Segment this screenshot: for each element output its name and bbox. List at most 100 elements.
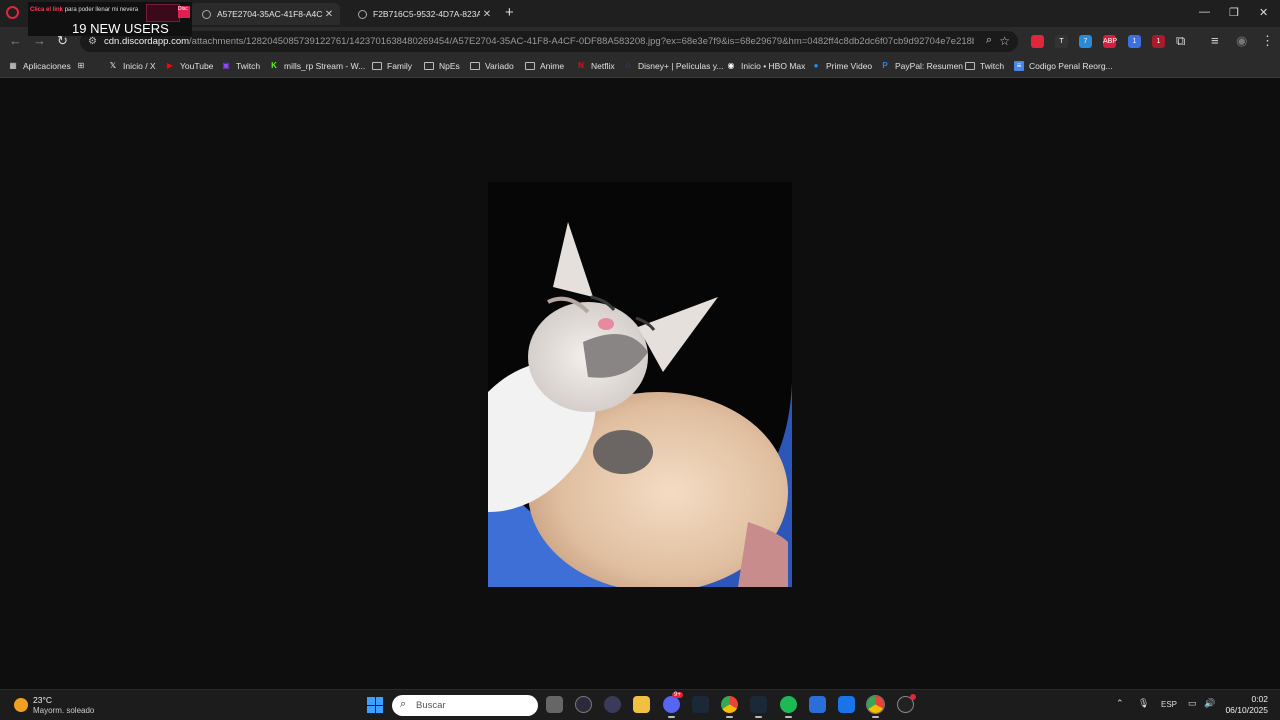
zoom-icon[interactable]: ⌕ xyxy=(986,34,992,47)
minimize-button[interactable]: — xyxy=(1199,6,1210,18)
grid-icon: ⊞ xyxy=(77,61,85,70)
site-info-icon[interactable]: ⚙ xyxy=(88,36,97,47)
blue-extension-icon[interactable]: 1 xyxy=(1128,35,1141,48)
tab-strip: Clica el link para poder llenar mi never… xyxy=(0,0,1280,36)
twitch-icon: ▣ xyxy=(222,61,230,70)
tab-title: A57E2704-35AC-41F8-A4CF-0DF88A583208.jpg xyxy=(217,9,322,19)
search-placeholder: Buscar xyxy=(416,700,446,711)
notepad-icon[interactable] xyxy=(809,696,826,713)
promo-thumb-label: Disc xyxy=(178,6,190,18)
x-icon: 𝕏 xyxy=(109,61,117,70)
steam-icon-2[interactable] xyxy=(750,696,767,718)
globe-icon xyxy=(202,9,211,19)
extensions-puzzle-icon[interactable]: ⧉ xyxy=(1176,33,1185,49)
close-window-button[interactable]: ✕ xyxy=(1259,6,1268,19)
apps-grid-icon: ▦ xyxy=(9,61,17,70)
promo-small-text: Clica el link para poder llenar mi never… xyxy=(30,7,139,13)
windows-taskbar: 23°C Mayorm. soleado ⌕ Buscar 9+ ⌃ 🎙 ESP… xyxy=(0,689,1280,720)
red-circle-icon[interactable] xyxy=(1031,35,1044,48)
notification-dot xyxy=(910,694,916,700)
bookmark-folder-anime[interactable]: Anime xyxy=(525,61,564,71)
bookmark-star-icon[interactable]: ☆ xyxy=(999,34,1010,48)
adblock-plus-icon[interactable]: ABP xyxy=(1103,35,1117,48)
bookmark-youtube[interactable]: ▶ YouTube xyxy=(165,61,213,71)
youtube-icon: ▶ xyxy=(166,61,174,70)
tab-image-2[interactable]: F2B716C5-9532-4D7A-823A-FA ✕ xyxy=(346,3,498,25)
7tv-icon[interactable]: 7 xyxy=(1079,35,1092,48)
kick-icon: K xyxy=(271,61,277,70)
display-icon[interactable]: ▭ xyxy=(1188,698,1197,709)
bookmark-grid[interactable]: ⊞ xyxy=(76,61,91,71)
menu-kebab-icon[interactable]: ⋮ xyxy=(1261,33,1274,49)
paypal-icon: P xyxy=(882,61,888,70)
back-button[interactable]: ← xyxy=(9,33,22,48)
docs-icon: ≡ xyxy=(1014,61,1024,71)
recording-app-icon[interactable] xyxy=(897,694,916,713)
folder-icon xyxy=(965,62,975,70)
red-badge-extension-icon[interactable]: 1 xyxy=(1152,35,1165,48)
bookmarks-bar: ▦ Aplicaciones ⊞ 𝕏 Inicio / X ▶ YouTube ▣ Tw… xyxy=(0,56,1280,78)
search-icon: ⌕ xyxy=(400,698,407,710)
volume-icon[interactable]: 🔊 xyxy=(1204,698,1215,709)
browser-logo-icon[interactable] xyxy=(6,6,19,19)
bookmark-disney[interactable]: ◌ Disney+ | Películas y... xyxy=(623,61,724,71)
image-viewer xyxy=(0,79,1280,689)
bookmark-x[interactable]: 𝕏 Inicio / X xyxy=(108,61,156,71)
photos-icon[interactable] xyxy=(838,696,855,713)
clock-date: 06/10/2025 xyxy=(1225,705,1268,715)
kitten-photo[interactable] xyxy=(488,182,792,587)
bookmark-folder-twitch[interactable]: Twitch xyxy=(965,61,1004,71)
clock[interactable]: 0:02 06/10/2025 xyxy=(1225,694,1268,716)
clock-time: 0:02 xyxy=(1251,694,1268,704)
bookmark-aplicaciones[interactable]: ▦ Aplicaciones xyxy=(8,61,71,71)
bookmark-hbo[interactable]: ◉ Inicio • HBO Max xyxy=(726,61,806,71)
bookmark-codigo-penal[interactable]: ≡ Codigo Penal Reorg... xyxy=(1014,61,1113,71)
new-tab-button[interactable]: + xyxy=(505,4,514,21)
folder-icon xyxy=(424,62,434,70)
spotify-icon[interactable] xyxy=(780,696,797,718)
tab-image-1[interactable]: A57E2704-35AC-41F8-A4CF-0DF88A583208.jpg… xyxy=(190,3,340,25)
task-view-icon[interactable] xyxy=(546,696,563,713)
browser-toolbar: ← → ↻ ⚙ cdn.discordapp.com/attachments/1… xyxy=(0,27,1280,56)
file-explorer-icon[interactable] xyxy=(633,696,650,713)
bookmark-folder-variado[interactable]: Variado xyxy=(470,61,514,71)
tampermonkey-icon[interactable]: T xyxy=(1055,35,1068,48)
close-tab-icon[interactable]: ✕ xyxy=(480,9,494,20)
tab-title: F2B716C5-9532-4D7A-823A-FA xyxy=(373,9,480,19)
bookmark-netflix[interactable]: N Netflix xyxy=(576,61,615,71)
close-tab-icon[interactable]: ✕ xyxy=(322,9,336,20)
obs-icon[interactable] xyxy=(575,696,592,713)
stream-overlay-promo: Clica el link para poder llenar mi never… xyxy=(28,2,192,36)
chrome-active-icon[interactable] xyxy=(866,695,885,718)
profile-icon[interactable]: ◉ xyxy=(1236,33,1247,49)
bookmark-folder-npes[interactable]: NpEs xyxy=(424,61,460,71)
language-indicator[interactable]: ESP xyxy=(1161,700,1177,709)
folder-icon xyxy=(372,62,382,70)
weather-sun-icon[interactable] xyxy=(14,698,28,712)
kitten-photo-drawing xyxy=(488,182,792,587)
bookmark-folder-family[interactable]: Family xyxy=(372,61,412,71)
steam-icon[interactable] xyxy=(692,696,709,713)
weather-temperature[interactable]: 23°C xyxy=(33,695,52,705)
media-controls-icon[interactable]: ≡ xyxy=(1211,33,1219,48)
discord-icon[interactable]: 9+ xyxy=(663,692,683,718)
bookmark-kick[interactable]: Kmills_rp Stream - W... xyxy=(269,61,365,71)
bookmark-twitch[interactable]: ▣ Twitch xyxy=(221,61,260,71)
weather-description[interactable]: Mayorm. soleado xyxy=(33,706,94,715)
windows-start-icon[interactable] xyxy=(367,697,383,713)
promo-headline: 19 NEW USERS xyxy=(72,21,169,36)
chrome-icon[interactable] xyxy=(721,696,738,718)
netflix-icon: N xyxy=(578,61,584,70)
microphone-icon[interactable]: 🎙 xyxy=(1138,698,1149,709)
taskbar-search[interactable]: ⌕ Buscar xyxy=(392,695,538,716)
app-icon[interactable] xyxy=(604,696,621,713)
disney-icon: ◌ xyxy=(625,61,631,70)
folder-icon xyxy=(470,62,480,70)
restore-button[interactable]: ❐ xyxy=(1229,6,1239,19)
address-bar[interactable]: ⚙ cdn.discordapp.com/attachments/1282045… xyxy=(80,31,1018,52)
tray-expand-icon[interactable]: ⌃ xyxy=(1116,698,1124,709)
bookmark-prime-video[interactable]: ● Prime Video xyxy=(811,61,873,71)
bookmark-paypal[interactable]: P PayPal: Resumen xyxy=(880,61,963,71)
url-text[interactable]: cdn.discordapp.com/attachments/128204508… xyxy=(104,36,974,47)
folder-icon xyxy=(525,62,535,70)
